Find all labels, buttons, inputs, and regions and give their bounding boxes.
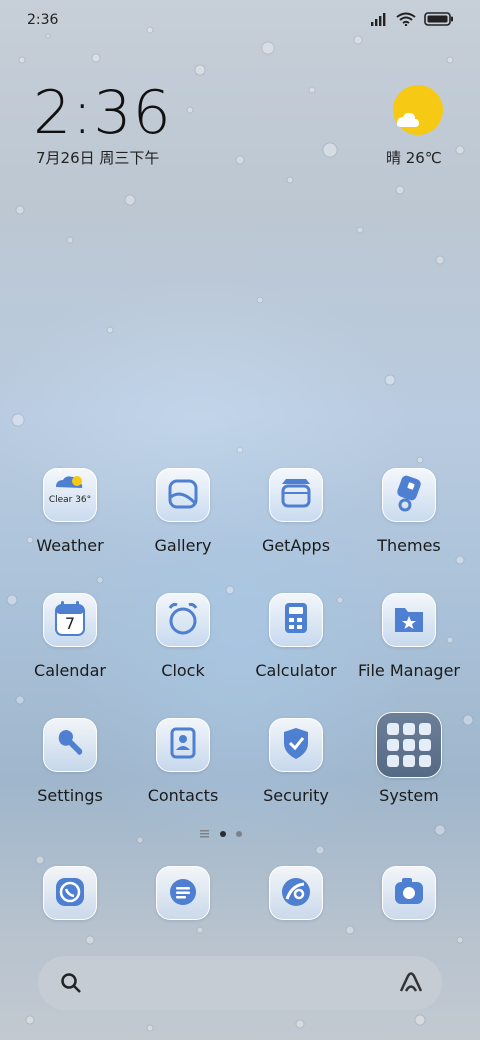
status-icons (370, 12, 454, 26)
search-bar[interactable] (38, 956, 442, 1010)
dock-browser[interactable] (236, 866, 356, 920)
app-label: Security (263, 786, 329, 805)
wifi-icon (396, 12, 416, 26)
app-themes[interactable]: Themes (349, 468, 469, 555)
status-bar: 2:36 (0, 0, 480, 40)
weather-widget-text: 晴 26℃ (386, 149, 442, 167)
app-label: GetApps (261, 536, 331, 555)
app-label: Calendar (34, 661, 106, 680)
calendar-icon: 7 (43, 593, 97, 647)
clock-widget-date: 7月26日 周三下午 (36, 149, 160, 167)
store-icon (269, 468, 323, 522)
app-weather[interactable]: Clear 36° Weather (10, 468, 130, 555)
app-label: File Manager (358, 661, 460, 680)
camera-icon (382, 866, 436, 920)
app-getapps[interactable]: GetApps (236, 468, 356, 555)
contacts-book-icon (156, 718, 210, 772)
wrench-icon (43, 718, 97, 772)
dock-phone-whatsapp[interactable] (10, 866, 130, 920)
status-time: 2:36 (27, 12, 59, 28)
weather-app-icon: Clear 36° (43, 468, 97, 522)
app-security[interactable]: Security (236, 718, 356, 805)
app-label: Calculator (255, 661, 337, 680)
calendar-day-badge: 7 (64, 614, 76, 633)
page-dot (236, 831, 242, 837)
app-settings[interactable]: Settings (10, 718, 130, 805)
app-calculator[interactable]: Calculator (236, 593, 356, 680)
app-label: System (379, 786, 439, 805)
assistant-icon[interactable] (398, 970, 424, 994)
messages-icon (156, 866, 210, 920)
app-drawer-lines-icon (200, 830, 209, 838)
alarm-clock-icon (156, 593, 210, 647)
whatsapp-icon (43, 866, 97, 920)
gallery-icon (156, 468, 210, 522)
folder-grid-icon (376, 712, 442, 778)
signal-icon (371, 13, 386, 26)
battery-icon (424, 12, 453, 26)
app-label: Gallery (154, 536, 212, 555)
themes-brush-icon (382, 468, 436, 522)
app-folder-system[interactable]: System (349, 712, 469, 805)
calculator-icon (269, 593, 323, 647)
page-indicator[interactable] (200, 830, 242, 838)
page-dot-active (220, 831, 226, 837)
app-label: Weather (36, 536, 104, 555)
shield-check-icon (269, 718, 323, 772)
app-contacts[interactable]: Contacts (123, 718, 243, 805)
app-label: Settings (37, 786, 103, 805)
app-clock[interactable]: Clock (123, 593, 243, 680)
dock-camera[interactable] (349, 866, 469, 920)
dock-messages[interactable] (123, 866, 243, 920)
weather-app-badge: Clear 36° (48, 495, 92, 505)
sun-cloud-icon[interactable] (392, 84, 444, 136)
folder-star-icon (382, 593, 436, 647)
app-label: Contacts (147, 786, 219, 805)
browser-icon (269, 866, 323, 920)
app-gallery[interactable]: Gallery (123, 468, 243, 555)
app-calendar[interactable]: 7 Calendar (10, 593, 130, 680)
app-label: Themes (377, 536, 441, 555)
app-label: Clock (161, 661, 205, 680)
app-file-manager[interactable]: File Manager (349, 593, 469, 680)
search-icon[interactable] (60, 972, 82, 994)
clock-widget-time[interactable]: 2:36 (33, 78, 172, 148)
